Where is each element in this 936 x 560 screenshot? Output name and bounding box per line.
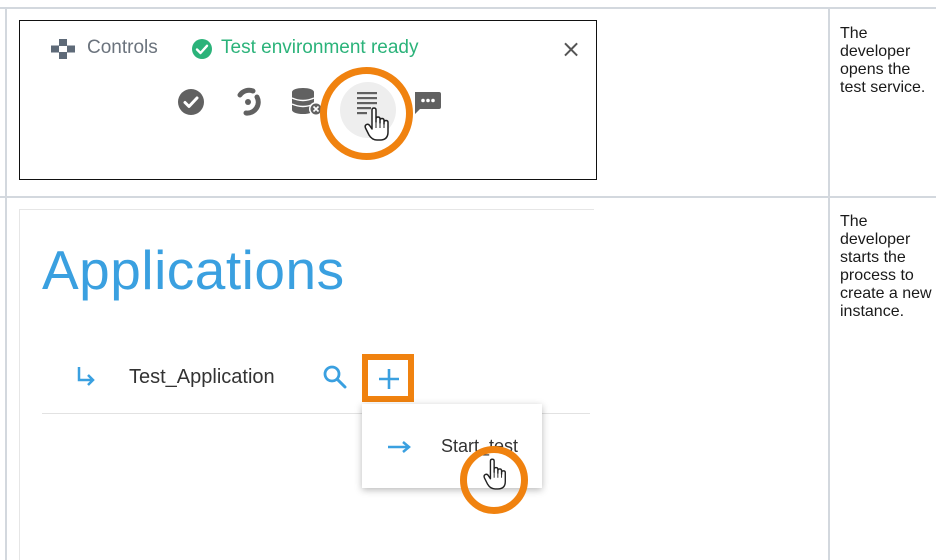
table-column-divider [828,7,830,560]
table-row-divider [0,196,936,198]
hand-cursor-icon [483,458,506,490]
controls-label: Controls [87,37,158,58]
search-icon[interactable] [322,364,348,390]
status-text: Test environment ready [221,37,419,58]
close-icon[interactable]: × [561,37,581,61]
plus-icon [379,369,399,389]
check-circle-icon[interactable] [176,87,206,117]
application-name: Test_Application [129,366,275,388]
spinner-icon[interactable] [233,86,265,118]
hand-cursor-icon [364,107,389,141]
panel-left-border [19,209,20,560]
table-border-top [0,7,936,9]
subdirectory-arrow-icon [77,367,95,386]
status-check-icon [192,39,212,59]
arrow-right-icon [388,441,411,453]
step-description-1: The developer opens the test service. [840,25,926,96]
page-title: Applications [42,239,345,301]
add-button[interactable] [362,354,414,402]
panel-top-border [19,209,594,210]
gamepad-icon [51,39,75,59]
chat-dots-icon[interactable] [412,90,442,116]
step-description-2: The developer starts the process to crea… [840,213,932,320]
table-border-left [5,7,7,560]
